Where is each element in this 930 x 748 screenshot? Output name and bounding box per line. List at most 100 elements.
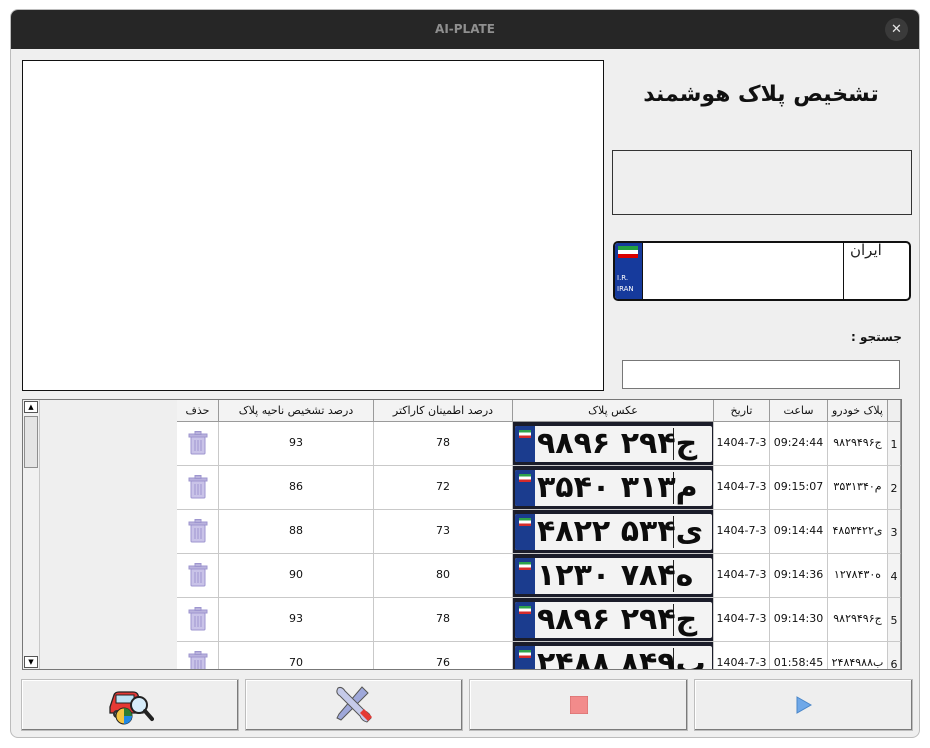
cell-plate[interactable]: ۲۴ب۸۴۹۸۸ [828,642,888,669]
trash-icon[interactable] [188,431,208,455]
cell-time[interactable]: 09:15:07 [770,466,828,510]
plate-country-strip: I.R. IRAN [615,243,643,299]
plate-text-display [612,150,912,215]
header-char-confidence[interactable]: درصد اطمینان کاراکتر [374,400,513,422]
cell-char-confidence[interactable]: 78 [374,598,513,642]
cell-char-confidence[interactable]: 78 [374,422,513,466]
thumbnail-flag-icon [519,430,531,438]
trash-icon[interactable] [188,651,208,670]
trash-icon[interactable] [188,563,208,587]
cell-time[interactable]: 01:58:45 [770,642,828,669]
plate-iran-text: ایران [850,241,882,259]
row-number[interactable]: 4 [888,554,901,598]
cell-char-confidence[interactable]: 73 [374,510,513,554]
trash-icon[interactable] [188,519,208,543]
cell-delete [177,422,219,466]
cell-time[interactable]: 09:14:36 [770,554,828,598]
row-number[interactable]: 3 [888,510,901,554]
thumbnail-flag-icon [519,518,531,526]
header-time[interactable]: ساعت [770,400,828,422]
cell-region-confidence[interactable]: 93 [219,598,374,642]
plate-thumbnail: ۲۴ب۸۴۹ ۸۸ [515,646,712,670]
cell-date[interactable]: 1404-7-3 [714,554,770,598]
thumbnail-plate-text: ۹۸ج۲۹۴ ۹۶ [537,426,698,461]
app-heading: تشخیص پلاک هوشمند [643,82,879,107]
cell-delete [177,466,219,510]
cell-region-confidence[interactable]: 93 [219,422,374,466]
scroll-up-button[interactable]: ▲ [24,401,38,413]
cell-date[interactable]: 1404-7-3 [714,598,770,642]
stop-icon [569,696,588,714]
row-number[interactable]: 6 [888,642,901,669]
trash-icon[interactable] [188,607,208,631]
cell-plate-image[interactable]: ۹۸ج۲۹۴ ۹۶ [513,422,714,466]
header-corner [888,400,901,422]
cell-date[interactable]: 1404-7-3 [714,422,770,466]
cell-plate-image[interactable]: ۴۸ی۵۳۴ ۲۲ [513,510,714,554]
scroll-thumb[interactable] [24,416,38,468]
thumbnail-plate-text: ۲۴ب۸۴۹ ۸۸ [537,646,706,670]
cell-char-confidence[interactable]: 80 [374,554,513,598]
car-search-chart-icon [109,691,154,725]
cell-plate[interactable]: ۴۸ی۵۳۴۲۲ [828,510,888,554]
header-delete[interactable]: حذف [177,400,219,422]
header-plate-image[interactable]: عکس پلاک [513,400,714,422]
cell-plate-image[interactable]: ۹۸ج۲۹۴ ۹۶ [513,598,714,642]
cell-plate-image[interactable]: ۲۴ب۸۴۹ ۸۸ [513,642,714,670]
cell-plate[interactable]: ۱۲ه۷۸۴۳۰ [828,554,888,598]
cell-date[interactable]: 1404-7-3 [714,466,770,510]
thumbnail-plate-text: ۱۲ه۷۸۴ ۳۰ [537,558,694,593]
iran-flag-icon [618,246,638,258]
title-bar[interactable]: AI-PLATE ✕ [11,10,919,49]
scroll-down-button[interactable]: ▼ [24,656,38,668]
plate-thumbnail: ۴۸ی۵۳۴ ۲۲ [515,514,712,550]
cell-time[interactable]: 09:14:30 [770,598,828,642]
row-number[interactable]: 1 [888,422,901,466]
trash-icon[interactable] [188,475,208,499]
cell-time[interactable]: 09:24:44 [770,422,828,466]
cell-char-confidence[interactable]: 76 [374,642,513,669]
plate-display: I.R. IRAN ایران [613,241,911,301]
cell-date[interactable]: 1404-7-3 [714,642,770,669]
cell-plate[interactable]: ۳۵م۳۱۳۴۰ [828,466,888,510]
vertical-scrollbar[interactable]: ▲ ▼ [23,400,40,669]
plate-thumbnail: ۱۲ه۷۸۴ ۳۰ [515,558,712,594]
cell-plate[interactable]: ۹۸ج۲۹۴۹۶ [828,598,888,642]
cell-delete [177,642,219,670]
plate-thumbnail: ۹۸ج۲۹۴ ۹۶ [515,602,712,638]
cell-plate-image[interactable]: ۱۲ه۷۸۴ ۳۰ [513,554,714,598]
plate-country-label: I.R. IRAN [617,273,642,295]
search-input[interactable] [622,360,900,389]
video-preview-panel [22,60,604,391]
window-title: AI-PLATE [435,22,495,36]
stop-button[interactable] [469,679,688,731]
plates-table: ▲ ▼ پلاک خودرو ساعت تاریخ عکس پلاک درصد … [22,399,902,670]
plate-thumbnail: ۳۵م۳۱۳ ۴۰ [515,470,712,506]
cell-region-confidence[interactable]: 90 [219,554,374,598]
row-number[interactable]: 5 [888,598,901,642]
close-button[interactable]: ✕ [885,18,908,41]
thumbnail-flag-icon [519,474,531,482]
table-empty-area [40,400,177,669]
cell-date[interactable]: 1404-7-3 [714,510,770,554]
cell-region-confidence[interactable]: 88 [219,510,374,554]
cell-char-confidence[interactable]: 72 [374,466,513,510]
cell-plate[interactable]: ۹۸ج۲۹۴۹۶ [828,422,888,466]
thumbnail-flag-icon [519,650,531,658]
header-date[interactable]: تاریخ [714,400,770,422]
cell-region-confidence[interactable]: 86 [219,466,374,510]
main-window: AI-PLATE ✕ تشخیص پلاک هوشمند I.R. IRAN ا… [10,9,920,738]
cell-delete [177,554,219,598]
cell-time[interactable]: 09:14:44 [770,510,828,554]
row-number[interactable]: 2 [888,466,901,510]
report-analysis-button[interactable] [21,679,239,731]
header-region-confidence[interactable]: درصد تشخیص ناحیه پلاک [219,400,374,422]
cell-region-confidence[interactable]: 70 [219,642,374,669]
plate-separator [843,243,844,299]
thumbnail-flag-icon [519,606,531,614]
header-plate[interactable]: پلاک خودرو [828,400,888,422]
settings-tools-button[interactable] [245,679,463,731]
plate-country-text: I.R. IRAN [617,274,634,293]
play-button[interactable] [694,679,913,731]
cell-plate-image[interactable]: ۳۵م۳۱۳ ۴۰ [513,466,714,510]
